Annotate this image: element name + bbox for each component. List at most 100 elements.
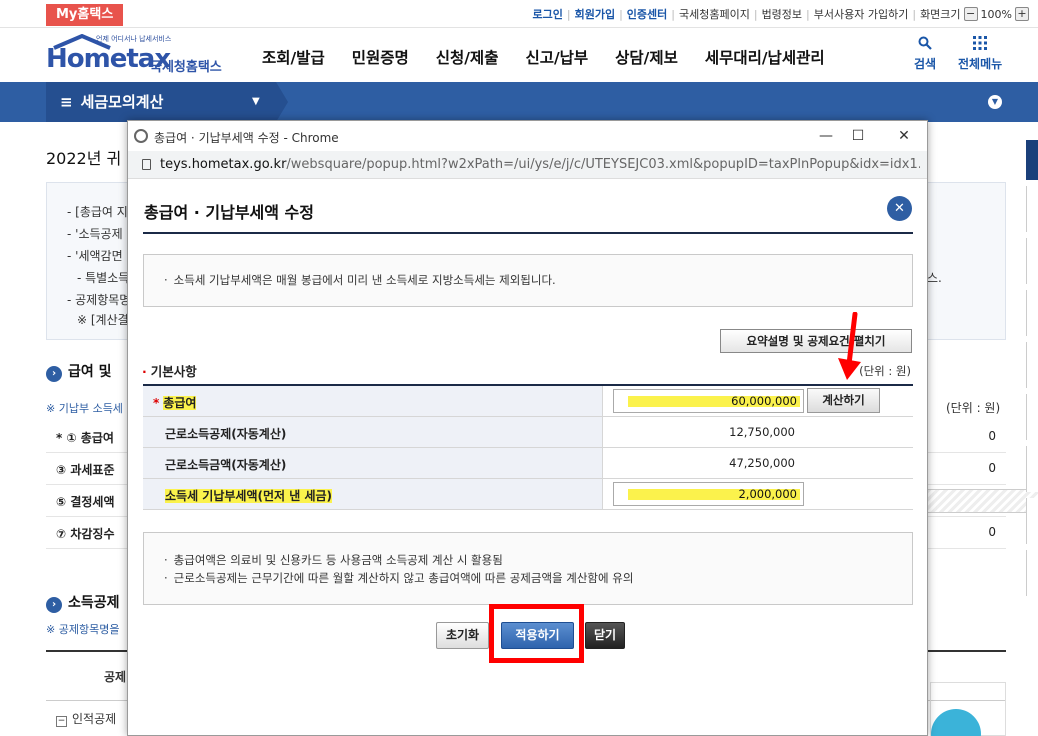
earned-income-row: 근로소득금액(자동계산) 47,250,000 [143, 448, 913, 479]
expand-summary-button[interactable]: 요약설명 및 공제요건 펼치기 [720, 329, 912, 353]
info-line: - [총급여 지 [67, 205, 128, 219]
cert-center-link[interactable]: 인증센터 [627, 6, 667, 22]
section-deduction-header: › 소득공제 [46, 592, 120, 613]
maximize-icon[interactable]: ☐ [846, 125, 870, 147]
zoom-in-button[interactable]: + [1015, 7, 1029, 21]
window-close-icon[interactable]: ✕ [892, 125, 916, 147]
law-info-link[interactable]: 법령정보 [762, 6, 802, 22]
dept-user-join-link[interactable]: 부서사용자 가입하기 [814, 6, 909, 22]
nav-apply-submit[interactable]: 신청/제출 [436, 46, 499, 68]
full-menu-button[interactable]: 전체메뉴 [958, 36, 1002, 72]
required-asterisk: * [153, 396, 160, 410]
top-utility-bar: My홈택스 로그인 | 회원가입 | 인증센터 | 국세청홈페이지 | 법령정보 | 부서… [0, 0, 1038, 28]
url-text[interactable]: teys.hometax.go.kr/websquare/popup.html?… [160, 157, 920, 172]
notice-line-text: 총급여액은 의료비 및 신용카드 등 사용금액 소득공제 계산 시 활용됨 [173, 553, 503, 567]
close-button[interactable]: 닫기 [585, 622, 625, 649]
nav-inquiry-issue[interactable]: 조회/발급 [262, 46, 325, 68]
expand-circle-icon[interactable]: ▼ [988, 95, 1002, 109]
logo-korean: 국세청홈택스 [150, 60, 222, 75]
side-quick-tab[interactable] [1026, 498, 1038, 544]
section-pay-header: › 급여 및 [46, 361, 112, 382]
basic-info-label: 기본사항 [150, 364, 197, 379]
current-menu-tab[interactable]: ≡ 세금모의계산 [46, 82, 288, 122]
tree-item-label: 인적공제 [72, 712, 117, 726]
gross-pay-input[interactable]: 60,000,000 [613, 389, 804, 413]
nav-consult-report[interactable]: 상담/제보 [615, 46, 678, 68]
collapse-icon[interactable]: − [56, 716, 67, 727]
top-notice-box: · 소득세 기납부세액은 매월 봉급에서 미리 낸 소득세로 지방소득세는 제외됩… [143, 254, 913, 307]
dropdown-caret-icon[interactable]: ▼ [252, 82, 260, 122]
zoom-level: 100% [980, 7, 1012, 21]
gross-pay-label-text: 총급여 [163, 396, 197, 410]
column-header: 공제 [104, 670, 127, 684]
bullet: · [142, 364, 147, 379]
arrow-right-icon: › [46, 366, 62, 382]
bullet: · [164, 553, 168, 567]
logo-tagline: 언제 어디서나 납세서비스 [96, 35, 172, 43]
tree-item[interactable]: − 인적공제 [56, 710, 116, 727]
side-banner[interactable] [930, 682, 1006, 736]
readonly-hatched-field [926, 489, 1038, 513]
unit-label-bg: (단위 : 원) [946, 401, 1001, 415]
section-deduction-title: 소득공제 [68, 595, 120, 611]
row-label: ⑦ 차감징수 [56, 527, 115, 541]
current-menu-label: 세금모의계산 [80, 93, 164, 111]
reset-button[interactable]: 초기화 [436, 622, 489, 649]
lock-icon [142, 159, 151, 170]
my-hometax-button[interactable]: My홈택스 [46, 4, 124, 26]
prepaid-tax-label-text: 소득세 기납부세액(먼저 낸 세금) [165, 489, 333, 503]
side-quick-tab[interactable] [1026, 394, 1038, 440]
side-quick-tab[interactable] [1026, 186, 1038, 232]
window-titlebar[interactable]: 총급여 · 기납부세액 수정 - Chrome — ☐ ✕ [128, 121, 927, 151]
notice-line-text: 근로소득공제는 근무기간에 따른 월할 계산하지 않고 총급여액에 따른 공제금… [173, 571, 634, 585]
nav-tax-agent[interactable]: 세무대리/납세관리 [705, 46, 825, 68]
window-title: 총급여 · 기납부세액 수정 - Chrome [154, 131, 339, 145]
prepaid-note: ※ 기납부 소득세 [46, 402, 123, 415]
info-line: - 공제항목명 [67, 293, 131, 307]
side-quick-tab[interactable] [1026, 342, 1038, 388]
search-button[interactable]: 검색 [914, 36, 936, 72]
url-path: /websquare/popup.html?w2xPath=/ui/ys/e/j… [286, 157, 920, 172]
nav-report-pay[interactable]: 신고/납부 [525, 46, 588, 68]
info-line: - 특별소득 [77, 271, 130, 285]
row-label: ③ 과세표준 [56, 463, 115, 477]
gross-pay-row: * 총급여 60,000,000 계산하기 [143, 386, 913, 417]
signup-link[interactable]: 회원가입 [575, 6, 615, 22]
search-icon [914, 36, 936, 55]
row-value: 0 [988, 525, 996, 539]
row-value: 0 [988, 429, 996, 443]
bullet: · [164, 273, 168, 287]
prepaid-tax-value: 2,000,000 [738, 487, 797, 501]
heading-rule [143, 232, 913, 234]
side-quick-tab[interactable] [1026, 290, 1038, 336]
popup-close-icon[interactable]: ✕ [887, 196, 912, 221]
side-quick-tab[interactable] [1026, 446, 1038, 492]
chat-bot-icon[interactable] [931, 709, 981, 736]
basic-info-title: · 기본사항 [142, 361, 197, 380]
earned-deduction-label: 근로소득공제(자동계산) [143, 417, 603, 447]
zoom-out-button[interactable]: − [963, 7, 978, 21]
row-value: 0 [988, 461, 996, 475]
nav-civil-cert[interactable]: 민원증명 [352, 46, 409, 68]
arrow-right-icon: › [46, 597, 62, 613]
login-link[interactable]: 로그인 [533, 6, 563, 22]
calculate-button[interactable]: 계산하기 [807, 388, 880, 413]
minimize-icon[interactable]: — [814, 125, 838, 147]
chrome-globe-icon [134, 129, 148, 143]
nts-homepage-link[interactable]: 국세청홈페이지 [679, 6, 750, 22]
prepaid-tax-input[interactable]: 2,000,000 [613, 482, 804, 506]
url-host: teys.hometax.go.kr [160, 157, 287, 172]
side-quick-tab[interactable] [1026, 550, 1038, 596]
section-pay-title: 급여 및 [68, 364, 112, 380]
side-quick-tab[interactable] [1026, 238, 1038, 284]
annotation-arrow-icon [838, 312, 861, 380]
top-notice-text: 소득세 기납부세액은 매월 봉급에서 미리 낸 소득세로 지방소득세는 제외됩니… [173, 273, 556, 287]
hometax-logo[interactable]: 언제 어디서나 납세서비스 Hometax 국세청홈택스 [46, 34, 236, 75]
address-bar[interactable]: teys.hometax.go.kr/websquare/popup.html?… [128, 151, 927, 179]
side-quick-tab[interactable] [1026, 140, 1038, 180]
full-menu-label: 전체메뉴 [958, 57, 1003, 71]
grid-menu-icon [958, 36, 1002, 55]
prepaid-tax-label: 소득세 기납부세액(먼저 낸 세금) [143, 479, 603, 509]
screen-size-label: 화면크기 [920, 8, 961, 21]
notice-line: · 근로소득공제는 근무기간에 따른 월할 계산하지 않고 총급여액에 따른 공제… [164, 569, 912, 587]
